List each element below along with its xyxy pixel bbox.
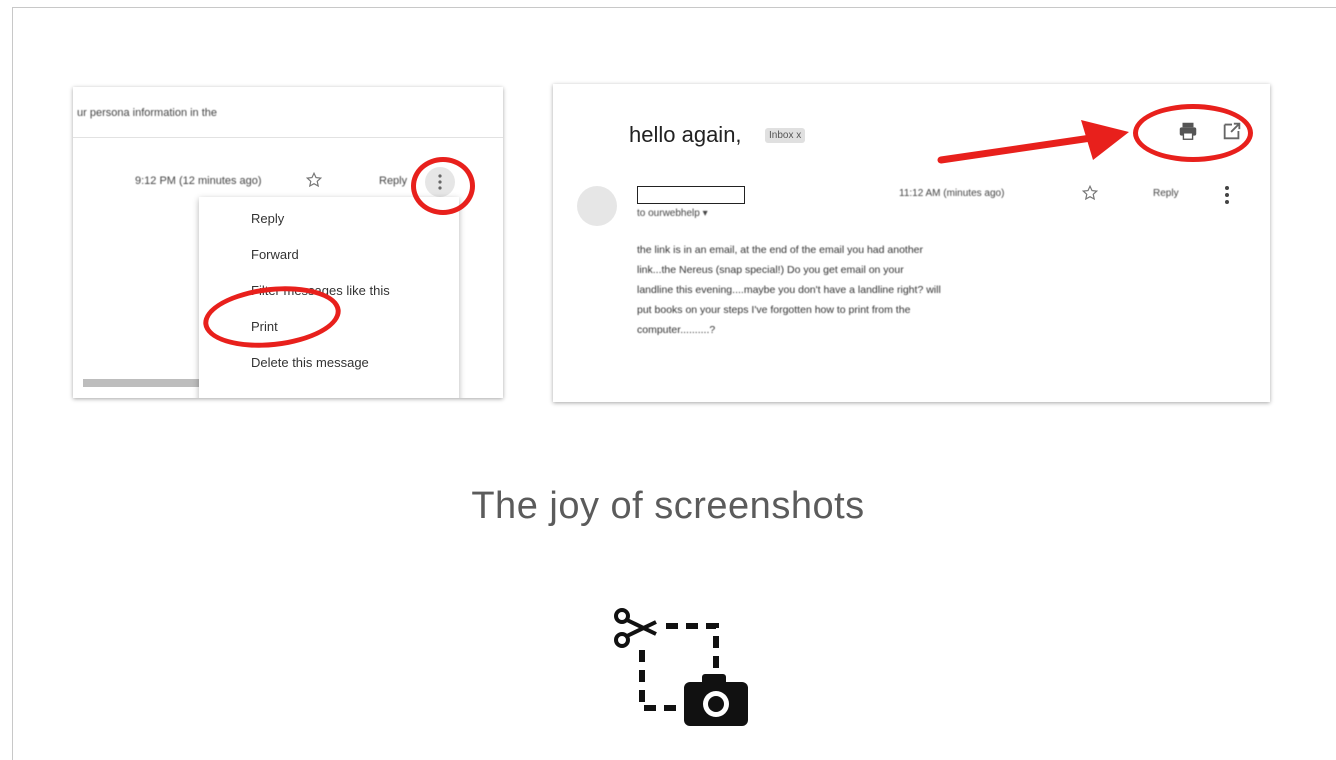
- email-body: the link is in an email, at the end of t…: [637, 240, 941, 340]
- slide-title: The joy of screenshots: [471, 485, 865, 527]
- arrow-icon: [937, 120, 1129, 164]
- annotation-circle-more: [411, 157, 475, 215]
- avatar: [577, 186, 617, 226]
- message-time: 11:12 AM (minutes ago): [899, 188, 1005, 199]
- recipient-line[interactable]: to ourwebhelp ▾: [637, 208, 708, 219]
- email-body-line: computer..........?: [637, 324, 716, 336]
- sender-name-redacted: [637, 186, 745, 204]
- reply-button[interactable]: Reply: [1153, 188, 1179, 199]
- more-vert-icon[interactable]: [1221, 184, 1233, 206]
- star-icon[interactable]: [305, 171, 323, 189]
- reply-button[interactable]: Reply: [379, 175, 407, 187]
- gmail-menu-screenshot: ur persona information in the 9:12 PM (1…: [73, 87, 503, 398]
- menu-item-forward[interactable]: Forward: [251, 247, 299, 262]
- inbox-label-chip[interactable]: Inbox x: [765, 128, 806, 143]
- email-body-line: put books on your steps I've forgotten h…: [637, 304, 911, 316]
- email-body-line: the link is in an email, at the end of t…: [637, 244, 924, 256]
- email-subject: hello again,: [629, 122, 742, 147]
- message-time: 9:12 PM (12 minutes ago): [135, 175, 262, 187]
- menu-item-delete[interactable]: Delete this message: [251, 355, 369, 370]
- email-snippet: ur persona information in the: [77, 107, 218, 119]
- star-icon[interactable]: [1081, 184, 1099, 202]
- scissors-camera-icon: [612, 606, 752, 728]
- scrollbar[interactable]: [83, 379, 203, 387]
- menu-item-reply[interactable]: Reply: [251, 211, 284, 226]
- email-body-line: landline this evening....maybe you don't…: [637, 284, 941, 296]
- gmail-message-screenshot: hello again, Inbox x to ourwebhelp ▾ 11:…: [553, 84, 1270, 402]
- email-body-line: link...the Nereus (snap special!) Do you…: [637, 264, 904, 276]
- divider: [73, 137, 503, 138]
- annotation-circle-print-icon: [1133, 104, 1253, 162]
